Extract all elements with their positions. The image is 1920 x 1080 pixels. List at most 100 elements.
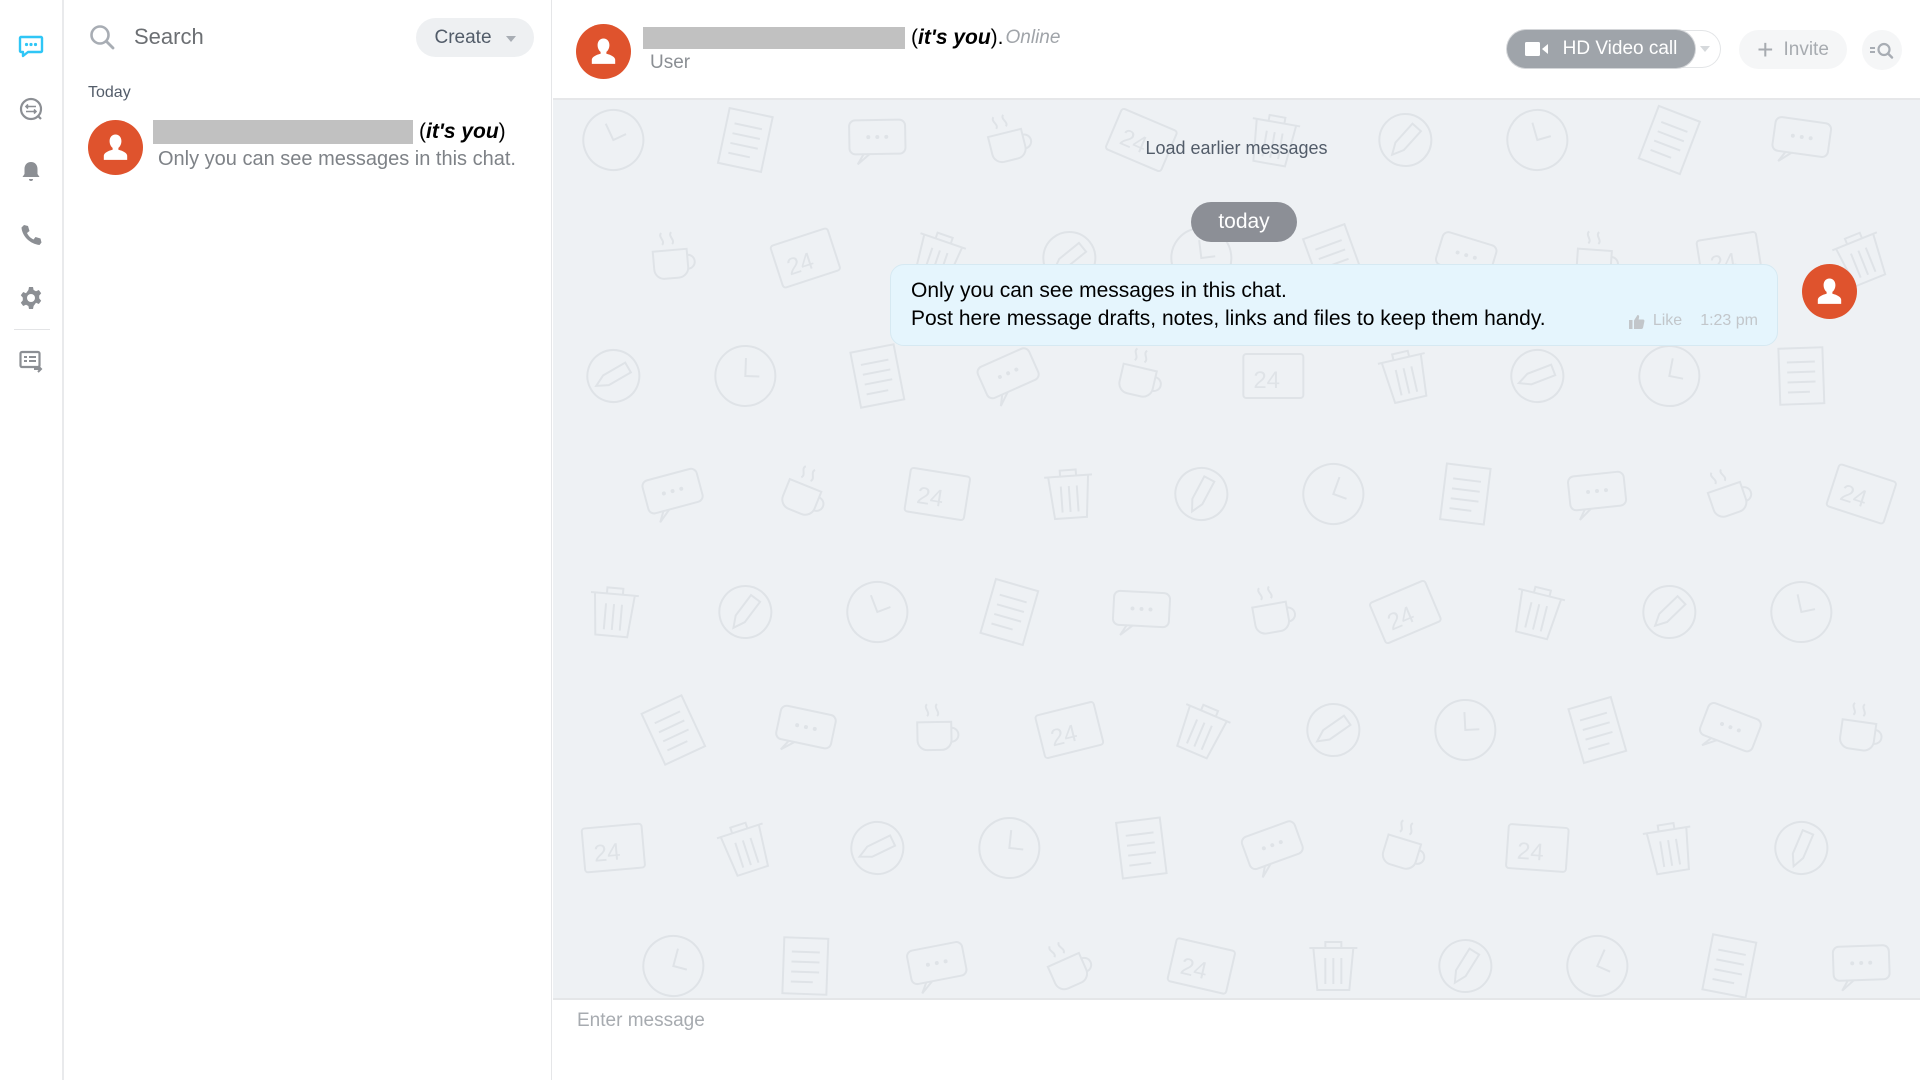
- load-earlier-messages: Load earlier messages: [553, 138, 1920, 159]
- load-earlier-link[interactable]: Load earlier messages: [1145, 138, 1327, 158]
- doodle-shape: [1174, 467, 1229, 521]
- list-export-icon: [19, 350, 43, 373]
- nav-notifications[interactable]: [14, 155, 48, 189]
- doodle-shape: [1567, 695, 1628, 765]
- invite-label: Invite: [1783, 38, 1829, 60]
- search-box[interactable]: [88, 18, 388, 56]
- doodle-shape: [641, 467, 704, 523]
- message-feed: 2424242424242424242424 Load earlier mess…: [553, 100, 1920, 998]
- nav-open-channels[interactable]: [14, 92, 48, 126]
- doodle-shape: [976, 347, 1040, 407]
- svg-text:24: 24: [1383, 601, 1418, 636]
- nav-chats[interactable]: [14, 29, 48, 63]
- chat-header: (it's you). Online User HD Video call +: [553, 0, 1920, 100]
- nav-settings[interactable]: [14, 281, 48, 315]
- online-status: Online: [1005, 27, 1061, 48]
- doodle-shape: [714, 345, 777, 407]
- doodle-shape: [979, 577, 1040, 647]
- rail-divider: [14, 329, 50, 330]
- doodle-shape: 24: [903, 467, 971, 521]
- doodle-shape: [1111, 589, 1172, 636]
- doodle-shape: [1377, 349, 1428, 405]
- doodle-shape: [590, 586, 639, 639]
- phone-icon: [21, 225, 42, 245]
- plus-icon: +: [1757, 33, 1774, 65]
- doodle-shape: [1309, 941, 1358, 991]
- message-time: 1:23 pm: [1700, 312, 1758, 329]
- chat-list-item[interactable]: (it's you) Only you can see messages in …: [66, 112, 552, 182]
- doodle-shape: 24: [1034, 701, 1105, 759]
- message-bubble: Only you can see messages in this chat. …: [890, 264, 1778, 346]
- doodle-shape: 24: [1242, 353, 1305, 399]
- doodle-shape: [1251, 585, 1296, 635]
- video-camera-icon: [1524, 42, 1548, 56]
- svg-text:24: 24: [1048, 720, 1080, 753]
- doodle-shape: [1434, 699, 1497, 761]
- svg-text:24: 24: [1837, 479, 1871, 513]
- chat-bubble-icon: [18, 35, 44, 58]
- doodle-shape: [1839, 702, 1883, 752]
- like-button[interactable]: Like: [1628, 312, 1683, 330]
- invite-button[interactable]: + Invite: [1739, 30, 1847, 69]
- doodle-shape: [1831, 944, 1891, 992]
- doodle-shape: [1240, 820, 1304, 878]
- doodle-shape: [1044, 468, 1093, 521]
- search-input[interactable]: [134, 24, 374, 50]
- doodle-shape: [1566, 935, 1629, 997]
- doodle-shape: [1114, 816, 1168, 880]
- doodle-shape: [1701, 933, 1758, 998]
- its-you-text: it's you: [426, 120, 499, 143]
- doodle-shape: [850, 821, 905, 875]
- paren-open: (: [419, 120, 426, 143]
- chat-list-panel: Create Today (it's you) Only you can see…: [66, 0, 552, 1080]
- its-you-label: (it's you): [419, 120, 506, 144]
- doodle-shape: 24: [580, 822, 646, 874]
- doodle-shape: 24: [1166, 937, 1236, 995]
- doodle-shape: 24: [1825, 463, 1897, 525]
- gear-icon: [20, 287, 42, 309]
- doodle-shape: 24: [1369, 579, 1442, 645]
- doodle-shape: [1566, 470, 1628, 521]
- nav-calls[interactable]: [14, 218, 48, 252]
- search-in-chat-button[interactable]: [1862, 30, 1902, 70]
- user-silhouette-icon: [1817, 278, 1842, 304]
- chat-title[interactable]: (it's you). Online: [643, 26, 1060, 50]
- message-meta: Like 1:23 pm: [1628, 312, 1758, 330]
- svg-text:24: 24: [784, 247, 818, 281]
- doodle-shape: [651, 231, 696, 280]
- doodle-shape: [586, 349, 641, 403]
- create-button[interactable]: Create: [416, 18, 534, 57]
- doodle-shape: [781, 936, 830, 996]
- doodle-shape: [849, 343, 906, 409]
- user-silhouette-icon: [103, 134, 128, 160]
- chat-preview: Only you can see messages in this chat.: [158, 148, 516, 170]
- message-text-line: Only you can see messages in this chat.: [911, 279, 1287, 302]
- video-call-group: HD Video call: [1507, 30, 1721, 68]
- doodle-shape: [1302, 463, 1365, 525]
- channels-icon: [19, 97, 43, 121]
- chevron-down-icon: [1700, 46, 1710, 52]
- chat-name: (it's you): [153, 120, 506, 144]
- doodle-shape: [716, 821, 770, 878]
- doodle-shape: [1438, 462, 1492, 526]
- hd-video-call-button[interactable]: HD Video call: [1507, 30, 1695, 68]
- message-author-avatar[interactable]: [1802, 264, 1857, 319]
- doodle-shape: [906, 941, 968, 995]
- section-label-today: Today: [88, 84, 131, 101]
- its-you-text: it's you: [918, 26, 991, 49]
- nav-tasks[interactable]: [14, 344, 48, 378]
- doodle-shape: [781, 465, 825, 516]
- user-silhouette-icon: [591, 38, 616, 64]
- message-input[interactable]: [577, 1010, 1897, 1070]
- paren-open: (: [911, 26, 918, 49]
- doodle-shape: [1118, 347, 1162, 398]
- like-label: Like: [1652, 312, 1683, 329]
- doodle-shape: [1777, 346, 1826, 406]
- doodle-shape: [1638, 345, 1701, 407]
- doodle-shape: [1510, 349, 1565, 403]
- thumbs-up-icon: [1628, 314, 1645, 329]
- doodle-shape: [1306, 703, 1361, 757]
- doodle-shape: [978, 817, 1041, 879]
- header-avatar[interactable]: [576, 24, 631, 79]
- create-button-label: Create: [434, 26, 492, 48]
